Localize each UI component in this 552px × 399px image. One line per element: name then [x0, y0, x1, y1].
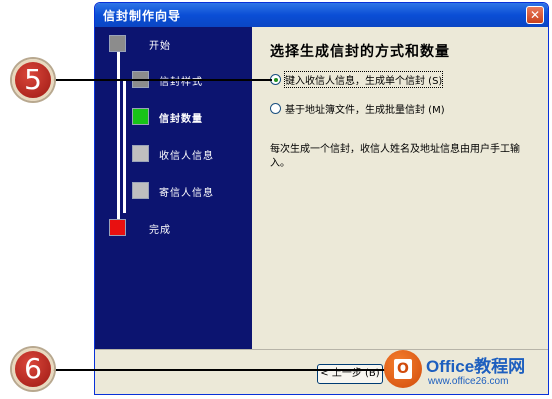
callout-pointer-line — [46, 369, 386, 371]
wizard-content: 选择生成信封的方式和数量 键入收信人信息，生成单个信封 (S) 基于地址簿文件，… — [252, 27, 548, 349]
step-marker-icon — [109, 35, 126, 52]
window-title: 信封制作向导 — [103, 9, 182, 23]
option-single-envelope[interactable]: 键入收信人信息，生成单个信封 (S) — [270, 70, 444, 88]
step-label: 开始 — [149, 41, 171, 52]
step-marker-icon — [132, 182, 149, 199]
callout-pointer-line — [46, 79, 272, 81]
watermark-url: www.office26.com — [428, 376, 509, 387]
close-button[interactable]: ✕ — [526, 6, 544, 24]
previous-button[interactable]: < 上一步 (B) — [317, 364, 383, 384]
wizard-steps-panel: 开始 信封样式 信封数量 收信人信息 寄信人信息 完成 — [95, 27, 252, 349]
logo-letter: O — [394, 359, 412, 379]
page-title: 选择生成信封的方式和数量 — [270, 44, 450, 60]
option-label[interactable]: 键入收信人信息，生成单个信封 (S) — [283, 70, 444, 88]
steps-branch-line — [123, 81, 126, 213]
step-marker-icon — [132, 108, 149, 125]
option-description: 每次生成一个信封，收信人姓名及地址信息由用户手工输入。 — [270, 144, 520, 169]
steps-connector-line — [117, 43, 120, 229]
option-batch-envelopes[interactable]: 基于地址簿文件，生成批量信封 (M) — [270, 101, 445, 116]
step-label: 寄信人信息 — [159, 188, 214, 199]
title-bar[interactable]: 信封制作向导 ✕ — [95, 3, 548, 27]
radio-button[interactable] — [270, 102, 281, 114]
option-label[interactable]: 基于地址簿文件，生成批量信封 (M) — [285, 101, 445, 116]
page: 信封制作向导 ✕ 开始 信封样式 信封数量 收信人信息 寄信人信息 完成 选择生… — [0, 0, 552, 399]
envelope-wizard-dialog: 信封制作向导 ✕ 开始 信封样式 信封数量 收信人信息 寄信人信息 完成 选择生… — [94, 2, 549, 395]
step-marker-icon — [109, 219, 126, 236]
step-label: 信封数量 — [159, 114, 203, 125]
callout-badge-6: 6 — [12, 348, 54, 390]
office-logo-icon: O — [384, 350, 422, 388]
step-label: 收信人信息 — [159, 151, 214, 162]
watermark-title: Office教程网 — [426, 357, 526, 376]
step-label: 完成 — [149, 225, 171, 236]
watermark: O Office教程网 www.office26.com — [384, 348, 552, 392]
callout-badge-5: 5 — [12, 59, 54, 101]
step-marker-icon — [132, 145, 149, 162]
